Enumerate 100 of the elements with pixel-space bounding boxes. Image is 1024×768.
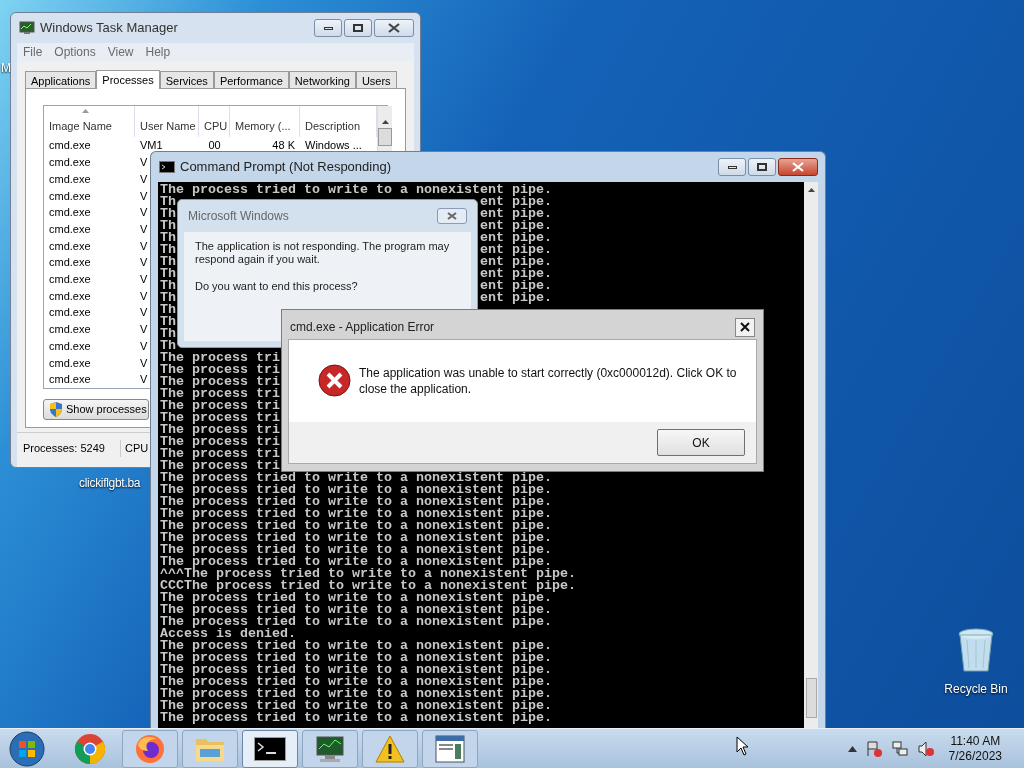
console-line: The process tried to write to a nonexistent pipe. xyxy=(160,676,552,688)
console-line: The process tri xyxy=(160,388,280,400)
console-line: The process tri xyxy=(160,364,280,376)
firefox-icon xyxy=(134,732,166,765)
tab[interactable]: Processes xyxy=(96,70,160,89)
tab[interactable]: Networking xyxy=(288,71,356,88)
maximize-button[interactable] xyxy=(748,158,776,176)
console-line: The process tri xyxy=(160,424,280,436)
table-cell-text: V xyxy=(139,171,149,187)
console-line: The process tried to write to a nonexistent pipe. xyxy=(160,496,552,508)
desktop-icon-label[interactable]: clickiflgbt.ba xyxy=(79,474,141,492)
console-icon xyxy=(159,161,175,173)
scroll-up-arrow-icon[interactable] xyxy=(381,120,389,124)
minimize-button[interactable] xyxy=(314,19,342,37)
clock-date[interactable]: 7/26/2023 xyxy=(948,748,1002,764)
console-line: ent pipe. xyxy=(479,220,552,232)
minimize-button[interactable] xyxy=(718,158,746,176)
console-line: The process tried to write to a nonexistent pipe. xyxy=(160,184,552,196)
table-cell-text: cmd.exe xyxy=(48,205,92,221)
muted-speaker-icon[interactable] xyxy=(916,739,935,758)
tab[interactable]: Services xyxy=(159,71,214,88)
table-cell-text: V xyxy=(139,372,149,388)
close-icon xyxy=(792,162,804,172)
status-text: Processes: 5249 xyxy=(17,440,121,457)
scrollbar[interactable] xyxy=(804,182,818,728)
console-line: Th xyxy=(160,244,176,256)
table-cell-text: V xyxy=(139,238,149,254)
recycle-bin-icon[interactable] xyxy=(957,628,995,674)
console-line: The process tried to write to a nonexistent pipe. xyxy=(160,520,552,532)
tab[interactable]: Applications xyxy=(25,71,97,88)
error-message: The application was unable to start correctly (0xc000012d). Click OK to close the application. xyxy=(359,365,738,397)
console-line: Th xyxy=(160,220,176,232)
table-cell-text: V xyxy=(139,221,149,237)
table-cell-text: Windows ... xyxy=(304,138,363,154)
console-line: Th xyxy=(160,304,176,316)
close-icon xyxy=(388,23,400,33)
shield-icon xyxy=(49,402,63,417)
flag-icon[interactable] xyxy=(864,739,883,758)
window-icon xyxy=(435,734,465,763)
table-cell-text: V xyxy=(139,305,149,321)
show-processes-button[interactable]: Show processes xyxy=(43,399,149,420)
table-cell-text: cmd.exe xyxy=(48,322,92,338)
column-header[interactable]: Image Name xyxy=(44,106,135,138)
console-line: The process tried to write to a nonexistent pipe. xyxy=(160,712,552,724)
console-line: ent pipe. xyxy=(479,232,552,244)
column-header[interactable]: CPU xyxy=(199,106,230,138)
table-cell-text: V xyxy=(139,155,149,171)
table-cell-text: V xyxy=(139,355,149,371)
monitor-icon xyxy=(19,21,35,35)
close-icon xyxy=(447,212,457,220)
console-line: ent pipe. xyxy=(479,244,552,256)
console-line: The process tried to write to a nonexistent pipe. xyxy=(160,640,552,652)
scrollbar-thumb[interactable] xyxy=(805,678,817,718)
console-line: The process tried to write to a nonexistent pipe. xyxy=(160,700,552,712)
console-line: The process tri xyxy=(160,436,280,448)
console-line: The process tried to write to a nonexistent pipe. xyxy=(160,592,552,604)
tab[interactable]: Performance xyxy=(213,71,289,88)
console-line: ent pipe. xyxy=(479,292,552,304)
desktop-icon-label[interactable]: Recycle Bin xyxy=(944,680,1008,698)
menu-item[interactable]: Options xyxy=(54,43,96,61)
console-line: The process tried to write to a nonexistent pipe. xyxy=(160,532,552,544)
window-title: Windows Task Manager xyxy=(40,19,179,38)
table-cell-text: V xyxy=(139,322,149,338)
console-line: The process tri xyxy=(160,448,280,460)
close-button[interactable] xyxy=(735,317,755,337)
scrollbar-thumb[interactable] xyxy=(378,128,392,146)
scroll-up-arrow-icon[interactable] xyxy=(807,188,815,192)
menu-item[interactable]: File xyxy=(23,43,43,61)
start-button[interactable] xyxy=(8,729,46,768)
console-line: Th xyxy=(160,232,176,244)
menu-item[interactable]: Help xyxy=(145,43,171,61)
table-cell-text: cmd.exe xyxy=(48,372,92,388)
table-cell-text: cmd.exe xyxy=(48,272,92,288)
mouse-cursor-icon xyxy=(736,735,750,756)
ok-button[interactable]: OK xyxy=(657,429,745,456)
dialog-title: Microsoft Windows xyxy=(188,208,289,225)
console-line: The process tri xyxy=(160,376,280,388)
window-title: Command Prompt (Not Responding) xyxy=(180,158,392,177)
taskbar-button[interactable] xyxy=(242,729,298,768)
table-cell-text: cmd.exe xyxy=(48,355,92,371)
maximize-button[interactable] xyxy=(344,19,372,37)
close-button[interactable] xyxy=(778,158,818,176)
console-line: Th xyxy=(160,208,176,220)
column-header[interactable]: Memory (... xyxy=(230,106,300,138)
close-button[interactable] xyxy=(374,19,414,37)
table-cell-text: V xyxy=(139,188,149,204)
show-hidden-icons-icon[interactable] xyxy=(847,745,857,752)
table-cell-text: cmd.exe xyxy=(48,221,92,237)
chrome-icon xyxy=(74,732,106,765)
console-line: Access is denied. xyxy=(160,628,296,640)
console-line: ent pipe. xyxy=(479,208,552,220)
console-line: Th xyxy=(160,256,176,268)
table-cell-text: cmd.exe xyxy=(48,171,92,187)
console-line: ent pipe. xyxy=(479,268,552,280)
network-icon[interactable] xyxy=(890,739,909,758)
column-header[interactable]: User Name xyxy=(135,106,199,138)
tab[interactable]: Users xyxy=(355,71,397,88)
clock-time[interactable]: 11:40 AM xyxy=(950,733,1001,749)
menu-item[interactable]: View xyxy=(107,43,134,61)
console-line: The process tried to write to a nonexistent pipe. xyxy=(160,508,552,520)
